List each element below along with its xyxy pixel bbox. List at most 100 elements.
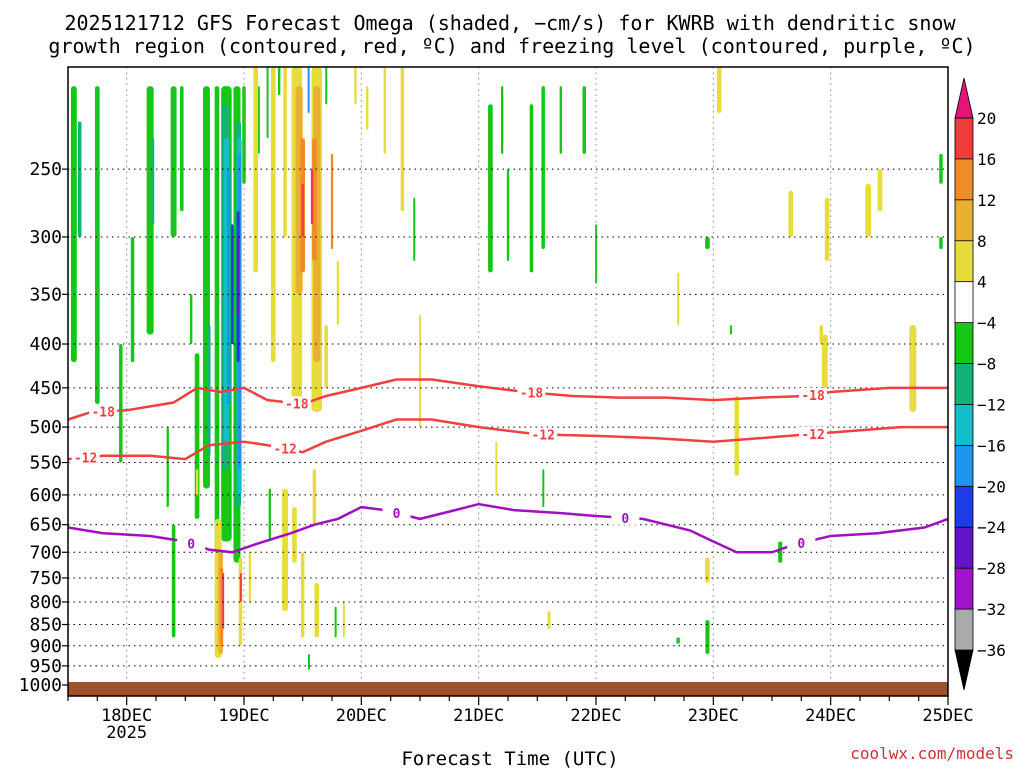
omega-region-72 xyxy=(506,169,510,261)
omega-region-81 xyxy=(677,272,680,325)
omega-region-67 xyxy=(400,67,405,212)
chart: 2025121712 GFS Forecast Omega (shaded, −… xyxy=(19,11,1014,768)
contour-label-0-0: 0 xyxy=(187,538,195,553)
x-tick-23DEC: 23DEC xyxy=(688,706,739,726)
omega-region-93 xyxy=(819,324,824,345)
colorbar-label-4: 4 xyxy=(977,273,987,292)
omega-region-0 xyxy=(70,86,77,363)
contour-label--18-1: -18 xyxy=(285,397,309,412)
y-tick-450: 450 xyxy=(29,378,62,399)
omega-region-15 xyxy=(214,86,220,553)
chart-title-line1: 2025121712 GFS Forecast Omega (shaded, −… xyxy=(64,11,956,35)
omega-region-89 xyxy=(788,190,794,237)
y-tick-550: 550 xyxy=(29,453,62,474)
y-axis: 2503003504004505005506006507007508008509… xyxy=(19,159,68,696)
colorbar-label-8: −16 xyxy=(977,436,1006,455)
omega-region-73 xyxy=(529,104,534,273)
contour-label-0-3: 0 xyxy=(797,537,805,552)
x-tick-22DEC: 22DEC xyxy=(570,706,621,726)
omega-region-69 xyxy=(413,197,416,261)
y-tick-650: 650 xyxy=(29,515,62,536)
colorbar-band-1 xyxy=(954,158,974,201)
omega-region-80 xyxy=(547,611,551,629)
contour-label--12-0: -12 xyxy=(74,451,97,466)
colorbar-label-10: −24 xyxy=(977,518,1006,537)
omega-region-75 xyxy=(559,86,562,154)
omega-region-41 xyxy=(270,67,276,363)
y-tick-750: 750 xyxy=(29,568,62,589)
omega-region-29 xyxy=(266,67,269,139)
omega-region-51 xyxy=(330,153,334,250)
colorbar-label-9: −20 xyxy=(977,477,1006,496)
omega-region-39 xyxy=(248,552,252,602)
omega-region-38 xyxy=(239,572,242,602)
colorbar-label-3: 8 xyxy=(977,232,987,251)
omega-region-42 xyxy=(283,67,287,237)
omega-region-61 xyxy=(342,601,345,638)
omega-region-84 xyxy=(705,620,710,654)
colorbar-label-0: 20 xyxy=(977,109,996,128)
omega-region-56 xyxy=(282,488,288,612)
colorbar-band-7 xyxy=(954,404,974,447)
ground-surface xyxy=(68,682,948,696)
omega-region-31 xyxy=(325,67,328,105)
omega-region-46 xyxy=(301,183,304,237)
omega-region-68 xyxy=(419,315,422,428)
colorbar-label-13: −36 xyxy=(977,641,1006,660)
y-tick-950: 950 xyxy=(29,656,62,677)
colorbar-label-6: −8 xyxy=(977,355,996,374)
colorbar-band-12 xyxy=(954,608,974,651)
colorbar-label-1: 16 xyxy=(977,150,996,169)
y-tick-500: 500 xyxy=(29,417,62,438)
colorbar-band-5 xyxy=(954,322,974,365)
x-tick-19DEC: 19DEC xyxy=(218,706,269,726)
colorbar-band-8 xyxy=(954,444,974,488)
omega-region-60 xyxy=(314,582,320,638)
contour-label-0-1: 0 xyxy=(393,507,401,522)
omega-region-40 xyxy=(253,67,259,273)
colorbar-arrow-low xyxy=(954,649,974,691)
contour-label--18-0: -18 xyxy=(91,405,115,420)
credit-link[interactable]: coolwx.com/models xyxy=(850,744,1014,763)
omega-region-96 xyxy=(909,324,917,412)
y-tick-600: 600 xyxy=(29,485,62,506)
omega-region-82 xyxy=(705,236,710,250)
omega-region-95 xyxy=(877,169,883,212)
colorbar-band-9 xyxy=(954,485,974,529)
colorbar-label-11: −28 xyxy=(977,559,1006,578)
omega-region-64 xyxy=(354,67,357,105)
omega-region-63 xyxy=(307,653,310,670)
colorbar-label-7: −12 xyxy=(977,395,1006,414)
omega-region-83 xyxy=(676,637,680,644)
y-tick-700: 700 xyxy=(29,542,62,563)
omega-region-26 xyxy=(237,236,240,316)
contour-label--18-3: -18 xyxy=(801,389,825,404)
omega-region-58 xyxy=(300,552,305,638)
y-tick-250: 250 xyxy=(29,159,62,180)
omega-region-11 xyxy=(190,294,193,345)
omega-region-10 xyxy=(171,524,176,638)
colorbar-label-2: 12 xyxy=(977,191,996,210)
y-tick-350: 350 xyxy=(29,284,62,305)
colorbar-label-5: −4 xyxy=(977,314,996,333)
omega-region-36 xyxy=(222,572,225,629)
omega-region-30 xyxy=(278,67,281,96)
omega-region-2 xyxy=(94,86,100,405)
omega-region-50 xyxy=(310,169,314,225)
omega-region-53 xyxy=(324,324,328,388)
x-tick-20DEC: 20DEC xyxy=(336,706,387,726)
colorbar-band-0 xyxy=(954,117,974,160)
colorbar-arrow-high xyxy=(954,77,974,119)
omega-region-3 xyxy=(119,344,123,463)
x-tick-25DEC: 25DEC xyxy=(922,706,973,726)
omega-region-54 xyxy=(307,67,310,113)
contour-label-0-2: 0 xyxy=(621,512,629,527)
colorbar-band-3 xyxy=(954,240,974,283)
y-tick-800: 800 xyxy=(29,592,62,613)
omega-region-78 xyxy=(495,441,498,495)
omega-region-20 xyxy=(230,224,234,345)
x-tick-21DEC: 21DEC xyxy=(453,706,504,726)
omega-region-4 xyxy=(130,236,135,363)
y-tick-900: 900 xyxy=(29,636,62,657)
colorbar-band-11 xyxy=(954,567,974,610)
